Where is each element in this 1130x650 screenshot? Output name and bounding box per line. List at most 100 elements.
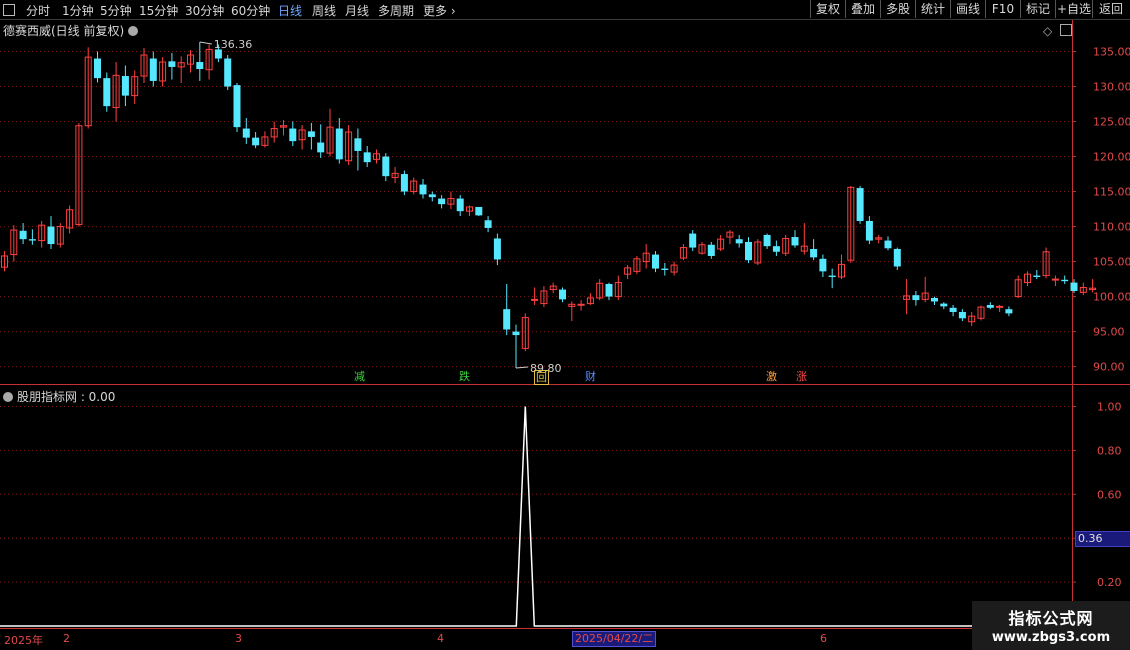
indicator-tick-label: 0.60 [1097, 488, 1122, 501]
indicator-tick-label: 0.20 [1097, 576, 1122, 589]
chevron-down-icon[interactable] [128, 26, 139, 36]
high-pointer [199, 41, 212, 45]
candle-body [1005, 309, 1013, 314]
high-label: 136.36 [214, 38, 253, 51]
candle-body [958, 311, 966, 319]
candle-body [335, 128, 343, 160]
indicator-tick-label: 0.80 [1097, 444, 1122, 457]
signal-text: 减 [354, 370, 365, 383]
candle-body [791, 237, 799, 246]
price-tick-label: 110.00 [1093, 221, 1130, 234]
candle-body [949, 307, 957, 312]
candle-body [1033, 275, 1041, 277]
candle-body [707, 244, 715, 256]
watermark-line2: www.zbgs3.com [991, 630, 1111, 645]
chart-title-text: 德赛西威(日线 前复权) [3, 24, 125, 38]
candle-body [400, 174, 408, 192]
signal-return: 回 [534, 370, 549, 385]
candle-body [252, 137, 260, 146]
selected-date-badge: 2025/04/22/二 [572, 631, 657, 647]
candle-body [745, 241, 752, 261]
watermark: 指标公式网 www.zbgs3.com [972, 601, 1130, 650]
candle-body [289, 128, 297, 142]
chevron-down-icon[interactable] [3, 392, 13, 402]
date-label-mar: 3 [235, 632, 242, 645]
candle-body [233, 85, 241, 128]
indicator-tick-label: 1.00 [1097, 401, 1122, 414]
candle-body [363, 152, 371, 163]
candle-body [577, 303, 585, 306]
signal-text: 涨 [796, 370, 807, 383]
indicator-line [0, 406, 1093, 627]
candle-body [652, 254, 659, 269]
candle-body [772, 246, 780, 252]
candle-body [986, 304, 994, 308]
candle-body [931, 297, 938, 302]
candle-body [47, 226, 55, 245]
price-tick-label: 135.00 [1093, 46, 1130, 59]
candle-body [996, 305, 1004, 308]
candle-body [317, 142, 325, 153]
chart-title[interactable]: 德赛西威(日线 前复权) [3, 22, 139, 39]
kline-chart[interactable]: 135.00 130.00 125.00 120.00 115.00 110.00 105.… [0, 0, 1130, 650]
candle-body [503, 309, 511, 330]
candle-body [1051, 278, 1059, 281]
cursor-value-badge: 0.36 [1075, 531, 1130, 547]
signal-rise: 涨 [795, 370, 808, 383]
candle-body [121, 76, 129, 96]
signal-surge: 激 [765, 370, 778, 383]
candle-body [94, 58, 101, 79]
candle-body [605, 283, 613, 297]
watermark-line1: 指标公式网 [1008, 609, 1094, 628]
candle-body [1061, 279, 1069, 282]
price-tick-label: 105.00 [1093, 256, 1130, 269]
indicator-title[interactable]: 股朋指标网 : 0.00 [3, 388, 115, 405]
candle-body [103, 78, 111, 107]
price-tick-label: 100.00 [1093, 291, 1130, 304]
price-tick-label: 95.00 [1093, 326, 1125, 339]
date-label-year: 2025年 [4, 634, 43, 647]
candle-body [893, 248, 901, 267]
candle-body [428, 194, 436, 198]
date-label-apr: 4 [437, 632, 444, 645]
signal-reduce: 减 [353, 370, 366, 383]
window-icon[interactable] [1060, 24, 1072, 36]
candle-body [856, 188, 864, 221]
candle-body [661, 268, 669, 270]
candle-body [196, 62, 204, 70]
candle-body [493, 238, 501, 260]
candle-body [1070, 282, 1078, 291]
candle-body [819, 258, 827, 272]
diamond-icon[interactable]: ◇ [1043, 24, 1052, 38]
price-tick-label: 125.00 [1093, 116, 1130, 129]
signal-text: 回 [536, 371, 547, 384]
price-tick-label: 130.00 [1093, 81, 1130, 94]
price-tick-label: 115.00 [1093, 186, 1130, 199]
price-tick-label: 90.00 [1093, 361, 1125, 374]
candle-body [354, 138, 362, 151]
candle-body [242, 128, 250, 138]
candle-body [828, 275, 836, 277]
candle-body [559, 289, 566, 300]
price-tick-label: 120.00 [1093, 151, 1130, 164]
candle-body [512, 331, 520, 336]
signal-wealth: 财 [584, 370, 597, 383]
indicator-title-text: 股朋指标网 : 0.00 [17, 390, 116, 404]
candle-body [19, 230, 27, 240]
candle-body [382, 156, 390, 177]
candle-body [810, 248, 818, 258]
signal-fall: 跌 [458, 370, 471, 383]
candle-body [419, 184, 427, 195]
candle-body [475, 206, 483, 216]
signal-text: 跌 [459, 370, 470, 383]
candle-body [884, 240, 892, 249]
low-pointer [515, 366, 529, 369]
candle-body [456, 198, 464, 212]
date-label-jun: 6 [820, 632, 827, 645]
candle-body [763, 234, 771, 247]
candle-body [307, 131, 315, 137]
date-label-feb: 2 [63, 632, 70, 645]
candle-body [224, 58, 232, 87]
candle-body [735, 239, 743, 244]
candle-body [531, 298, 539, 301]
